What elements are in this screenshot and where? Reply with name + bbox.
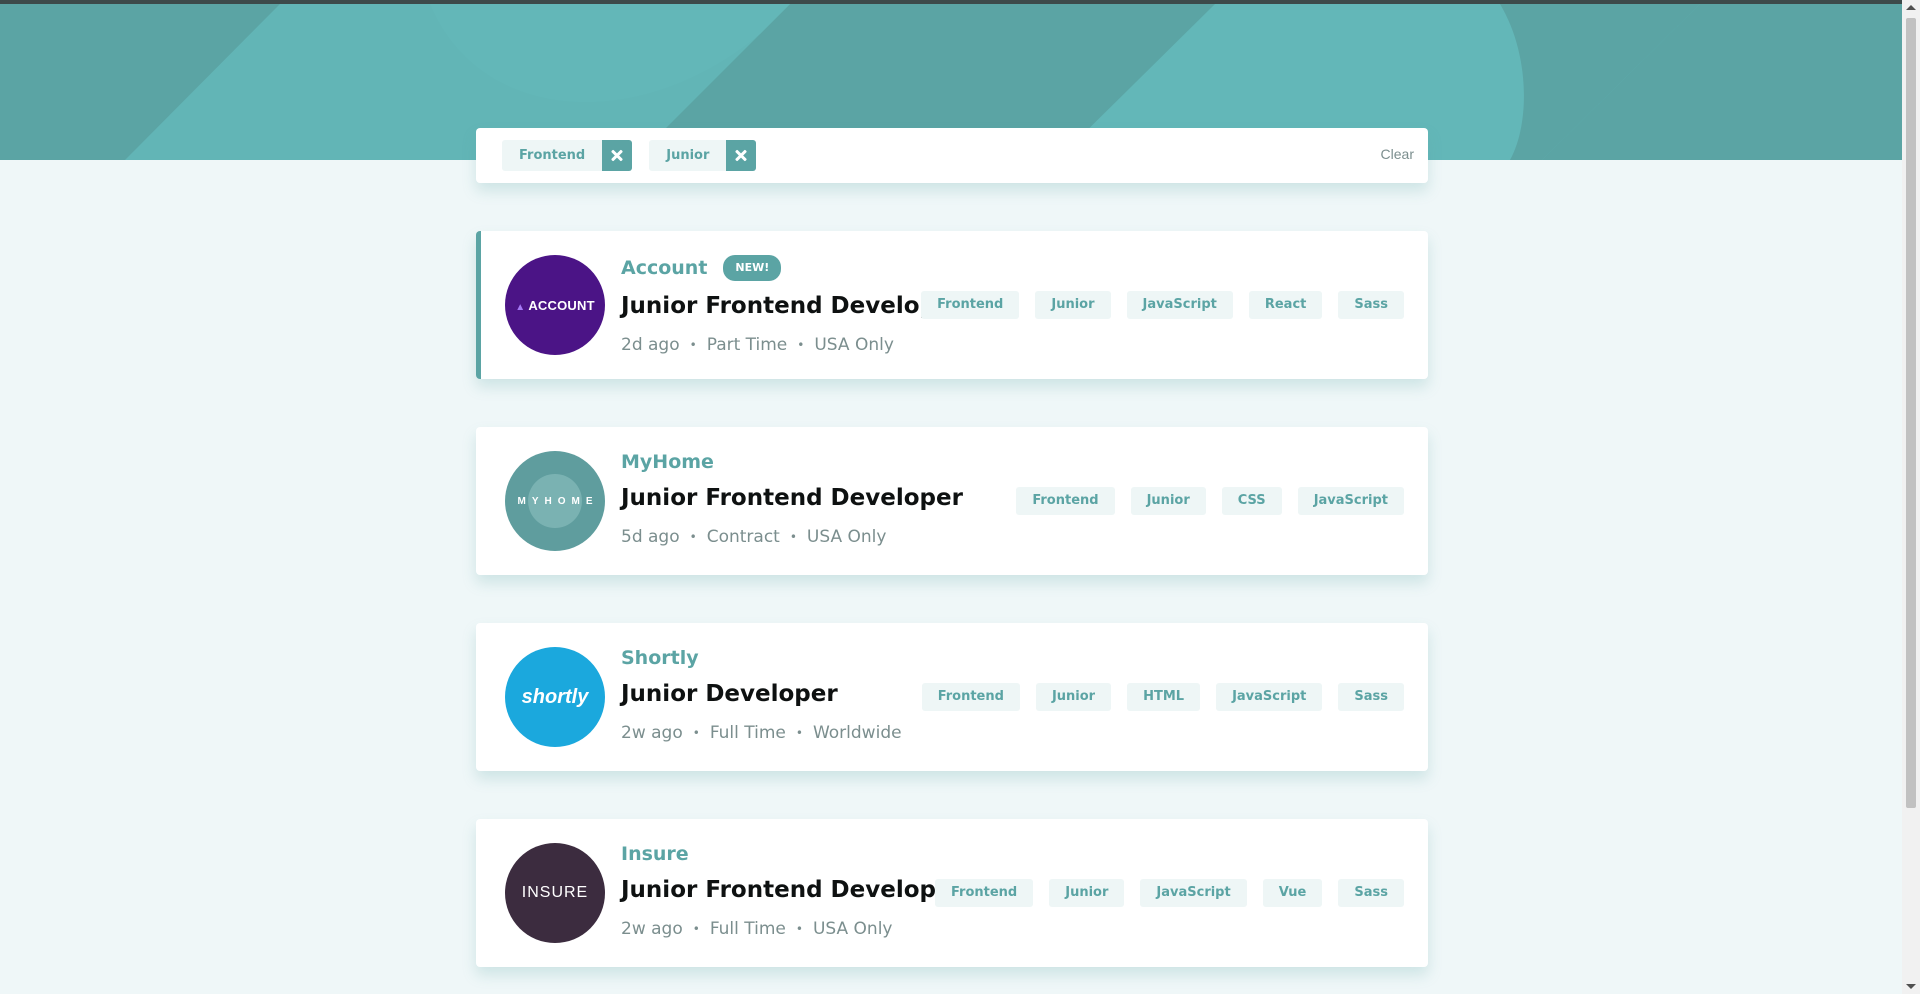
company-logo: INSURE bbox=[505, 843, 605, 943]
tag-junior[interactable]: Junior bbox=[1130, 487, 1206, 515]
scrollbar-thumb[interactable] bbox=[1906, 18, 1916, 808]
tag-javascript[interactable]: JavaScript bbox=[1297, 487, 1404, 515]
filter-chip-frontend: Frontend bbox=[502, 140, 633, 171]
tag-sass[interactable]: Sass bbox=[1338, 683, 1404, 711]
tag-react[interactable]: React bbox=[1248, 291, 1323, 319]
posted-at: 5d ago bbox=[621, 527, 680, 547]
remove-filter-junior-button[interactable] bbox=[726, 140, 757, 171]
tag-vue[interactable]: Vue bbox=[1262, 879, 1323, 907]
separator-dot: • bbox=[795, 726, 803, 740]
company-logo: MYHOME bbox=[505, 451, 605, 551]
contract-type: Contract bbox=[706, 527, 780, 547]
company-name: Account bbox=[621, 257, 708, 279]
tag-javascript[interactable]: JavaScript bbox=[1140, 879, 1247, 907]
logo-wordmark: MYHOME bbox=[517, 495, 599, 507]
job-location: Worldwide bbox=[812, 723, 902, 743]
tag-sass[interactable]: Sass bbox=[1338, 291, 1404, 319]
contract-type: Full Time bbox=[709, 919, 786, 939]
tag-sass[interactable]: Sass bbox=[1338, 879, 1404, 907]
filter-chip-label: Junior bbox=[649, 140, 727, 171]
job-location: USA Only bbox=[812, 919, 893, 939]
tag-junior[interactable]: Junior bbox=[1035, 291, 1111, 319]
job-meta: 5d ago • Contract • USA Only bbox=[621, 527, 886, 547]
tag-frontend[interactable]: Frontend bbox=[1016, 487, 1115, 515]
company-name: MyHome bbox=[621, 451, 714, 473]
posted-at: 2w ago bbox=[621, 723, 683, 743]
separator-dot: • bbox=[692, 726, 700, 740]
contract-type: Full Time bbox=[709, 723, 786, 743]
page-scrollbar[interactable] bbox=[1902, 0, 1920, 994]
clear-filters-button[interactable]: Clear bbox=[1381, 146, 1414, 162]
logo-wordmark: ACCOUNT bbox=[528, 297, 595, 313]
tag-frontend[interactable]: Frontend bbox=[921, 683, 1020, 711]
logo-text: ▲ ACCOUNT bbox=[515, 298, 594, 313]
job-tags: Frontend Junior CSS JavaScript bbox=[1016, 487, 1404, 515]
job-location: USA Only bbox=[814, 335, 894, 355]
job-card-insure: INSURE Insure Junior Frontend Developer … bbox=[476, 819, 1428, 967]
company-logo: shortly bbox=[505, 647, 605, 747]
job-meta: 2d ago • Part Time • USA Only bbox=[621, 335, 894, 355]
filter-bar: Frontend Junior Clear bbox=[476, 128, 1428, 183]
separator-dot: • bbox=[689, 530, 697, 544]
job-position[interactable]: Junior Frontend Developer bbox=[621, 293, 963, 319]
job-card-account: ▲ ACCOUNT Account NEW! Junior Frontend D… bbox=[476, 231, 1428, 379]
scroll-down-arrow-icon[interactable] bbox=[1906, 984, 1916, 989]
tag-junior[interactable]: Junior bbox=[1049, 879, 1125, 907]
company-row: MyHome bbox=[621, 451, 714, 473]
posted-at: 2w ago bbox=[621, 919, 683, 939]
filter-chip-label: Frontend bbox=[502, 140, 603, 171]
filter-chip-junior: Junior bbox=[649, 140, 757, 171]
posted-at: 2d ago bbox=[621, 335, 680, 355]
job-tags: Frontend Junior JavaScript React Sass bbox=[921, 291, 1404, 319]
company-row: Shortly bbox=[621, 647, 699, 669]
job-tags: Frontend Junior JavaScript Vue Sass bbox=[934, 879, 1404, 907]
job-meta: 2w ago • Full Time • USA Only bbox=[621, 919, 893, 939]
job-position[interactable]: Junior Frontend Developer bbox=[621, 485, 963, 511]
separator-dot: • bbox=[692, 922, 700, 936]
company-name: Insure bbox=[621, 843, 689, 865]
logo-wordmark: shortly bbox=[521, 685, 589, 708]
scroll-up-arrow-icon[interactable] bbox=[1906, 5, 1916, 10]
tag-junior[interactable]: Junior bbox=[1035, 683, 1112, 711]
job-card-myhome: MYHOME MyHome Junior Frontend Developer … bbox=[476, 427, 1428, 575]
tag-frontend[interactable]: Frontend bbox=[934, 879, 1034, 907]
job-card-shortly: shortly Shortly Junior Developer 2w ago … bbox=[476, 623, 1428, 771]
tag-html[interactable]: HTML bbox=[1127, 683, 1201, 711]
active-filters: Frontend Junior bbox=[502, 140, 757, 171]
job-tags: Frontend Junior HTML JavaScript Sass bbox=[921, 683, 1404, 711]
tag-frontend[interactable]: Frontend bbox=[921, 291, 1020, 319]
company-row: Insure bbox=[621, 843, 689, 865]
contract-type: Part Time bbox=[706, 335, 788, 355]
account-logo-icon: ▲ bbox=[515, 301, 529, 313]
logo-wordmark: INSURE bbox=[521, 884, 589, 901]
separator-dot: • bbox=[797, 338, 805, 352]
job-meta: 2w ago • Full Time • Worldwide bbox=[621, 723, 902, 743]
job-position[interactable]: Junior Frontend Developer bbox=[621, 877, 963, 903]
tag-javascript[interactable]: JavaScript bbox=[1126, 291, 1233, 319]
tag-javascript[interactable]: JavaScript bbox=[1216, 683, 1323, 711]
company-logo: ▲ ACCOUNT bbox=[505, 255, 605, 355]
separator-dot: • bbox=[789, 530, 797, 544]
job-position[interactable]: Junior Developer bbox=[621, 681, 838, 707]
company-row: Account NEW! bbox=[621, 255, 782, 281]
new-badge: NEW! bbox=[723, 255, 782, 281]
separator-dot: • bbox=[795, 922, 803, 936]
tag-css[interactable]: CSS bbox=[1221, 487, 1282, 515]
company-name: Shortly bbox=[621, 647, 699, 669]
remove-filter-frontend-button[interactable] bbox=[602, 140, 633, 171]
job-location: USA Only bbox=[806, 527, 887, 547]
separator-dot: • bbox=[689, 338, 697, 352]
